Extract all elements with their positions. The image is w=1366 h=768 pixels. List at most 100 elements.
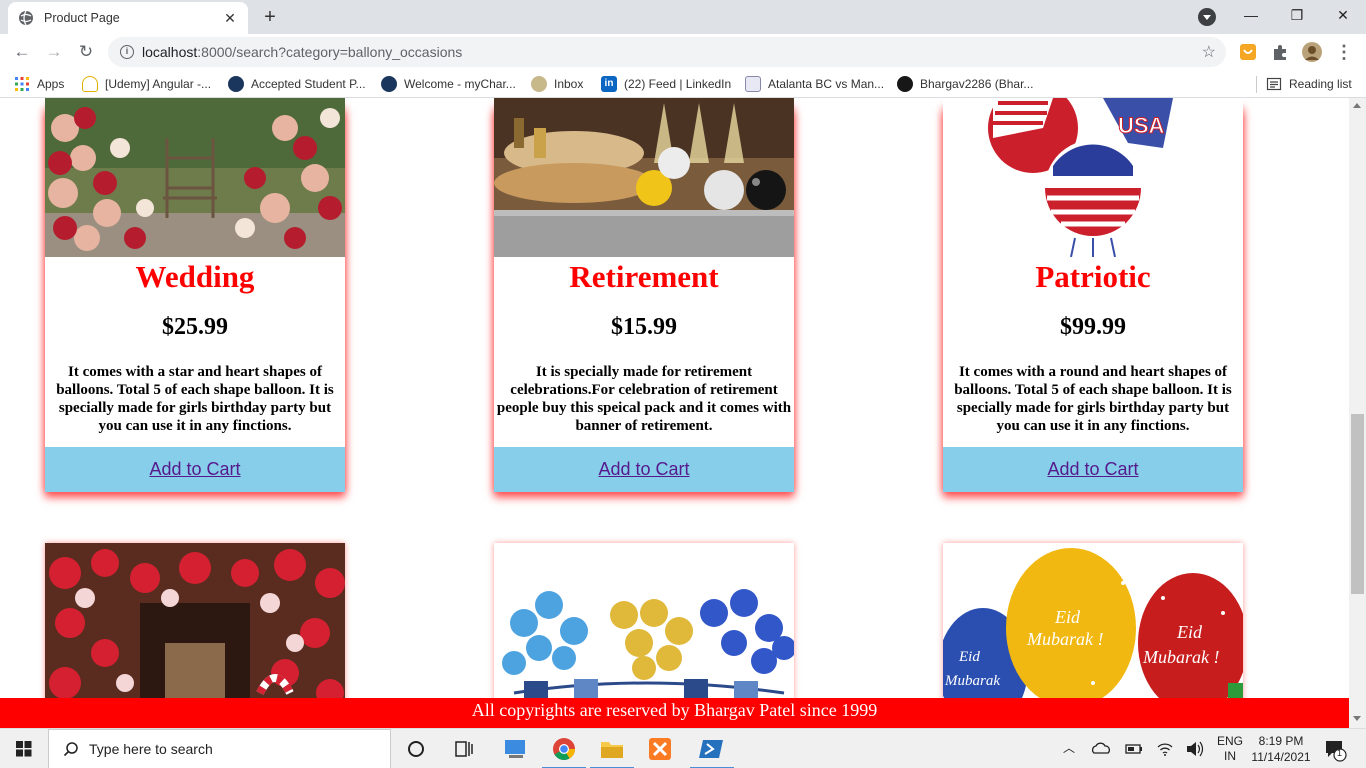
product-card: USA Patriotic $99.99 It comes with a rou…	[943, 98, 1243, 492]
product-title: Wedding	[135, 259, 255, 294]
product-image-retirement	[494, 98, 794, 257]
add-to-cart-button[interactable]: Add to Cart	[494, 447, 794, 492]
university-icon	[381, 76, 397, 92]
bookmark-label: Inbox	[554, 77, 584, 91]
start-button[interactable]	[0, 729, 48, 768]
volume-button[interactable]	[1184, 729, 1206, 768]
language-code: ENG	[1216, 734, 1243, 748]
restore-button[interactable]: ❐	[1274, 0, 1320, 32]
avatar[interactable]	[1302, 42, 1322, 62]
reading-list-label: Reading list	[1289, 77, 1352, 91]
bookmark-linkedin[interactable]: in (22) Feed | LinkedIn	[601, 75, 731, 93]
onedrive-button[interactable]	[1090, 729, 1112, 768]
bookmark-github[interactable]: Bhargav2286 (Bhar...	[897, 75, 1033, 93]
bookmark-mycharlotte[interactable]: Welcome - myChar...	[381, 75, 516, 93]
page-footer: All copyrights are reserved by Bhargav P…	[0, 698, 1349, 728]
product-price: $25.99	[162, 314, 228, 340]
product-description: It is specially made for retirement cele…	[496, 364, 792, 434]
clock-date: 11/14/2021	[1251, 750, 1311, 764]
extension-icon[interactable]	[1238, 42, 1258, 62]
speaker-icon	[1187, 741, 1204, 757]
new-tab-button[interactable]: +	[258, 6, 282, 30]
tab-strip: Product Page ✕ + — ❐ ✕	[0, 0, 1366, 34]
forward-arrow-icon[interactable]: →	[42, 40, 66, 64]
svg-text:Eid: Eid	[1176, 622, 1203, 642]
svg-text:USA: USA	[1118, 113, 1165, 138]
linkedin-icon: in	[601, 76, 617, 92]
svg-text:Mubarak !: Mubarak !	[1026, 629, 1103, 649]
product-image-wedding	[45, 98, 345, 257]
bookmark-star-icon[interactable]: ☆	[1202, 42, 1216, 62]
bookmark-label: (22) Feed | LinkedIn	[624, 77, 732, 91]
url-path: :8000/search?category=ballony_occasions	[197, 44, 463, 60]
xampp-icon	[649, 738, 671, 760]
url-text[interactable]: localhost:8000/search?category=ballony_o…	[142, 44, 1202, 60]
bookmark-apps[interactable]: Apps	[14, 75, 64, 93]
page-scrollbar[interactable]	[1349, 98, 1366, 728]
scroll-up-arrow-icon[interactable]	[1353, 103, 1361, 108]
taskbar-app-xampp[interactable]	[636, 729, 684, 768]
product-card: Retirement $15.99 It is specially made f…	[494, 98, 794, 492]
reading-list-icon	[1266, 77, 1282, 91]
minimize-button[interactable]: —	[1228, 0, 1274, 32]
close-window-button[interactable]: ✕	[1320, 0, 1366, 32]
bookmarks-bar: Apps [Udemy] Angular -... Accepted Stude…	[0, 70, 1366, 98]
taskbar-app-powershell[interactable]	[688, 729, 736, 768]
reading-list-button[interactable]: Reading list	[1266, 75, 1352, 93]
clock[interactable]: 8:19 PM 11/14/2021	[1248, 729, 1314, 768]
svg-text:Mubarak !: Mubarak !	[1142, 647, 1219, 667]
battery-icon	[1125, 744, 1142, 754]
browser-toolbar: ← → ↻ i localhost:8000/search?category=b…	[0, 34, 1366, 70]
bookmark-accepted-student[interactable]: Accepted Student P...	[228, 75, 366, 93]
show-hidden-icons-button[interactable]: ︿	[1058, 729, 1080, 768]
add-to-cart-button[interactable]: Add to Cart	[45, 447, 345, 492]
scrollbar-thumb[interactable]	[1351, 414, 1364, 594]
scroll-down-arrow-icon[interactable]	[1353, 716, 1361, 721]
product-price: $15.99	[611, 314, 677, 340]
task-view-button[interactable]	[440, 729, 488, 768]
bookmark-atalanta[interactable]: Atalanta BC vs Man...	[745, 75, 884, 93]
back-arrow-icon[interactable]: ←	[10, 40, 34, 64]
product-image-patriotic: USA	[943, 98, 1243, 257]
globe-icon	[19, 10, 33, 26]
add-to-cart-button[interactable]: Add to Cart	[943, 447, 1243, 492]
taskbar-app-file-explorer[interactable]	[588, 729, 636, 768]
taskbar-app-chrome[interactable]	[540, 729, 588, 768]
url-host: localhost	[142, 44, 198, 60]
reload-icon[interactable]: ↻	[74, 40, 98, 64]
language-indicator[interactable]: ENG IN	[1212, 729, 1248, 768]
bookmark-label: [Udemy] Angular -...	[105, 77, 212, 91]
bookmark-label: Atalanta BC vs Man...	[768, 77, 885, 91]
page-content: Wedding $25.99 It comes with a star and …	[0, 98, 1349, 728]
tab-title: Product Page	[44, 11, 120, 25]
notifications-button[interactable]: 1	[1320, 729, 1350, 768]
language-region: IN	[1224, 749, 1236, 763]
cortana-icon	[408, 741, 424, 757]
address-bar[interactable]: i localhost:8000/search?category=ballony…	[108, 37, 1226, 67]
battery-button[interactable]	[1122, 729, 1144, 768]
info-icon[interactable]: i	[120, 45, 134, 59]
notification-icon	[1326, 741, 1347, 762]
tab-product-page[interactable]: Product Page ✕	[8, 2, 248, 34]
tab-search-icon[interactable]	[1198, 8, 1216, 26]
cortana-button[interactable]	[392, 729, 440, 768]
soccer-icon	[745, 76, 761, 92]
product-title: Patriotic	[1035, 259, 1151, 294]
search-placeholder: Type here to search	[89, 741, 213, 757]
bookmark-label: Apps	[37, 77, 65, 91]
windows-taskbar: Type here to search ︿ ENG IN 8:19 PM 11/…	[0, 728, 1366, 768]
bookmark-label: Welcome - myChar...	[404, 77, 516, 91]
udemy-icon	[82, 76, 98, 92]
network-button[interactable]	[1154, 729, 1176, 768]
bookmark-inbox[interactable]: Inbox	[531, 75, 583, 93]
taskbar-search-input[interactable]: Type here to search	[48, 729, 391, 768]
close-icon[interactable]: ✕	[222, 10, 238, 26]
menu-dots-icon[interactable]: ⋮	[1332, 40, 1356, 64]
bookmark-udemy[interactable]: [Udemy] Angular -...	[82, 75, 211, 93]
university-icon	[228, 76, 244, 92]
product-image-christmas	[45, 543, 345, 703]
taskbar-app-file-explorer-pc[interactable]	[492, 729, 540, 768]
puzzle-icon[interactable]	[1270, 42, 1290, 62]
svg-text:Mubarak: Mubarak	[944, 673, 1000, 689]
product-price: $99.99	[1060, 314, 1126, 340]
